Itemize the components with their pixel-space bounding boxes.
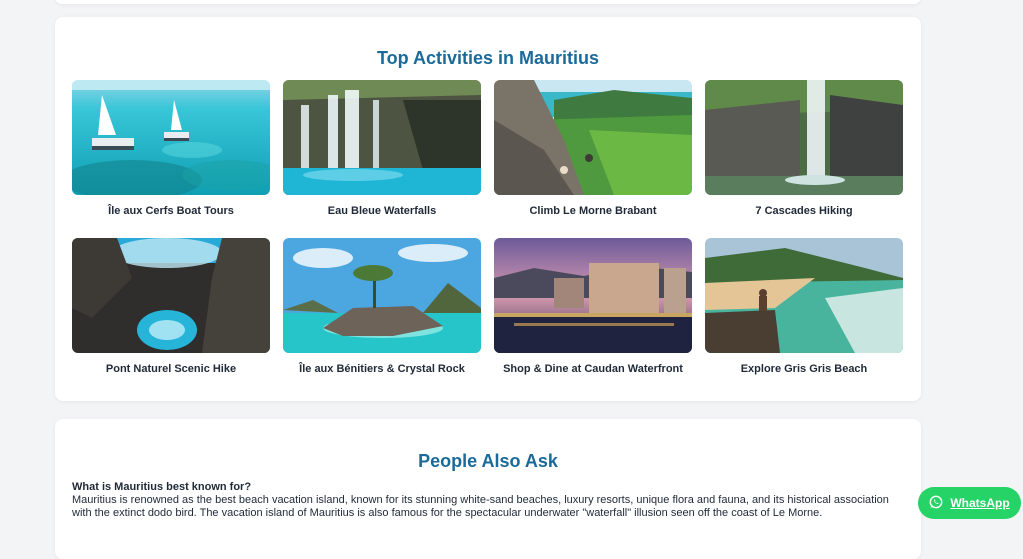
crystal-rock-image[interactable] <box>283 238 481 353</box>
waterfront-evening-image[interactable] <box>494 238 692 353</box>
activities-heading: Top Activities in Mauritius <box>376 48 600 68</box>
activity-card-ile-aux-cerfs[interactable]: Île aux Cerfs Boat Tours <box>72 80 270 217</box>
people-also-ask-card: People Also Ask What is Mauritius best k… <box>55 419 921 559</box>
faq-answer: Mauritius is renowned as the best beach … <box>72 494 889 519</box>
faq-item: What is Mauritius best known for? Maurit… <box>72 481 902 520</box>
activity-card-gris-gris[interactable]: Explore Gris Gris Beach <box>705 238 903 375</box>
mountain-view-image[interactable] <box>494 80 692 195</box>
activity-label[interactable]: Pont Naturel Scenic Hike <box>72 363 270 375</box>
activity-label[interactable]: Île aux Bénitiers & Crystal Rock <box>283 363 481 375</box>
activity-label[interactable]: 7 Cascades Hiking <box>705 205 903 217</box>
waterfall-pool-image[interactable] <box>283 80 481 195</box>
activity-label[interactable]: Explore Gris Gris Beach <box>705 363 903 375</box>
natural-bridge-image[interactable] <box>72 238 270 353</box>
whatsapp-icon <box>929 495 943 512</box>
activity-card-ile-aux-benitiers[interactable]: Île aux Bénitiers & Crystal Rock <box>283 238 481 375</box>
previous-card-edge <box>55 0 921 4</box>
activity-label[interactable]: Île aux Cerfs Boat Tours <box>72 205 270 217</box>
cascade-waterfall-image[interactable] <box>705 80 903 195</box>
activity-card-caudan-waterfront[interactable]: Shop & Dine at Caudan Waterfront <box>494 238 692 375</box>
activity-label[interactable]: Eau Bleue Waterfalls <box>283 205 481 217</box>
whatsapp-label[interactable]: WhatsApp <box>950 496 1009 510</box>
activities-card: Top Activities in Mauritius Île aux Cerf… <box>55 17 921 401</box>
people-also-ask-heading: People Also Ask <box>418 451 558 471</box>
gris-gris-beach-image[interactable] <box>705 238 903 353</box>
activity-card-pont-naturel[interactable]: Pont Naturel Scenic Hike <box>72 238 270 375</box>
faq-question[interactable]: What is Mauritius best known for? <box>72 481 902 494</box>
activity-label[interactable]: Shop & Dine at Caudan Waterfront <box>494 363 692 375</box>
activity-card-eau-bleue[interactable]: Eau Bleue Waterfalls <box>283 80 481 217</box>
activity-label[interactable]: Climb Le Morne Brabant <box>494 205 692 217</box>
activity-card-7-cascades[interactable]: 7 Cascades Hiking <box>705 80 903 217</box>
catamaran-lagoon-image[interactable] <box>72 80 270 195</box>
activity-card-le-morne[interactable]: Climb Le Morne Brabant <box>494 80 692 217</box>
whatsapp-button[interactable]: WhatsApp <box>918 487 1021 519</box>
